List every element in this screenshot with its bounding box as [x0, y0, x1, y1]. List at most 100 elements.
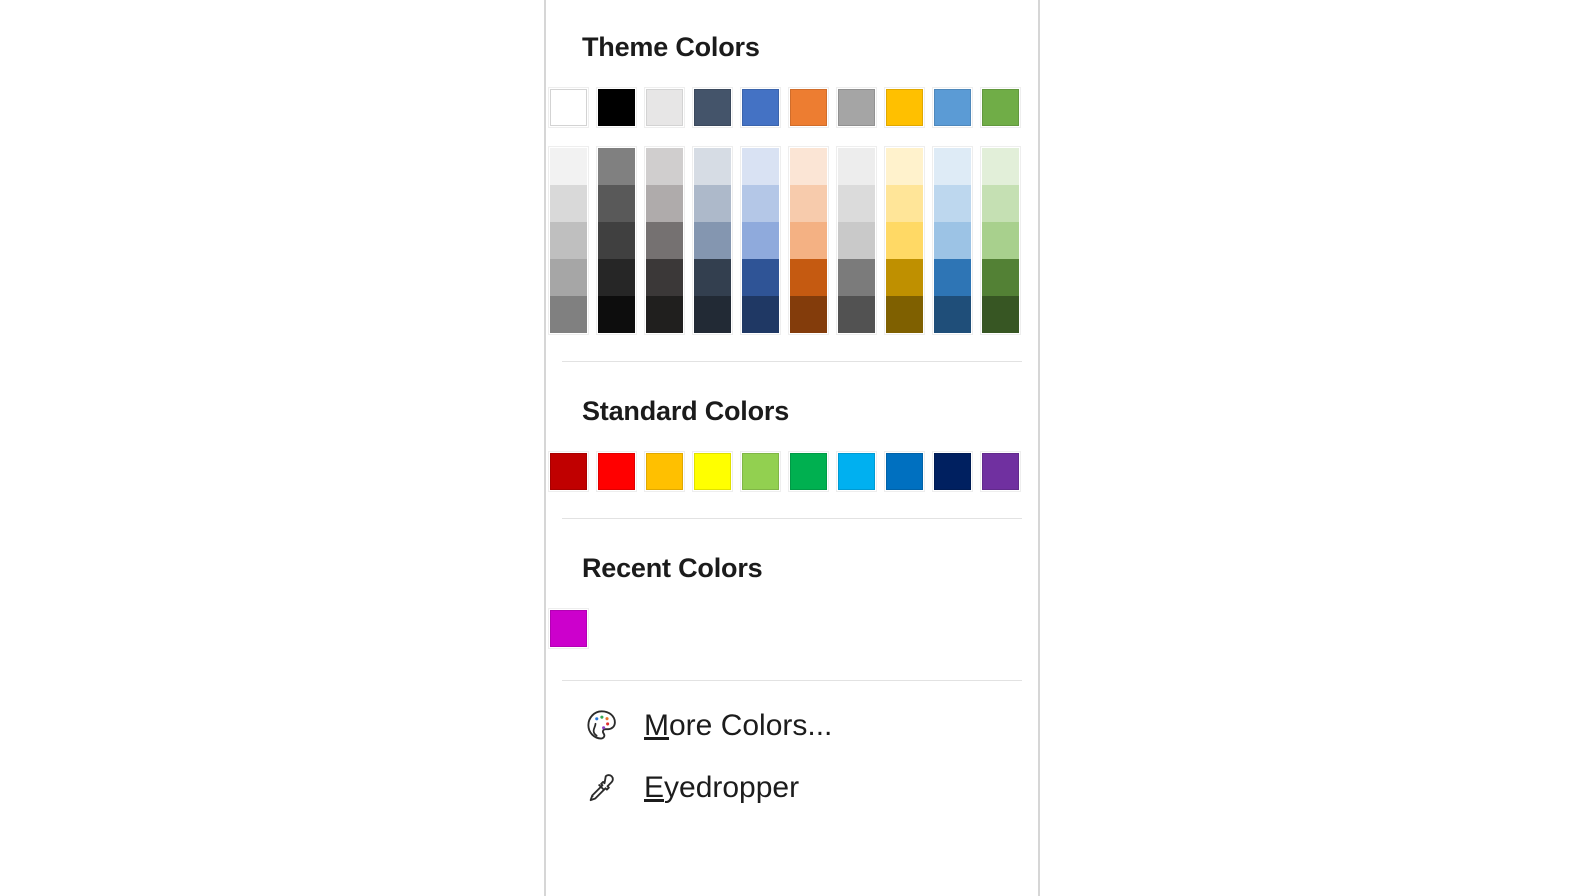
- theme-variant-column-9: [980, 146, 1021, 335]
- theme-variant-swatch-1-3[interactable]: [598, 259, 635, 296]
- theme-variant-swatch-6-2[interactable]: [838, 222, 875, 259]
- theme-variant-swatch-5-0[interactable]: [790, 148, 827, 185]
- eyedropper-label: Eyedropper: [644, 771, 799, 805]
- palette-icon: [580, 705, 622, 747]
- theme-variant-swatch-5-2[interactable]: [790, 222, 827, 259]
- theme-variant-swatch-9-3[interactable]: [982, 259, 1019, 296]
- standard-swatch-7[interactable]: [884, 451, 925, 492]
- theme-variant-swatch-4-3[interactable]: [742, 259, 779, 296]
- standard-colors-heading: Standard Colors: [582, 396, 790, 426]
- theme-swatch-0[interactable]: [548, 87, 589, 128]
- theme-variant-swatch-2-2[interactable]: [646, 222, 683, 259]
- theme-variant-grid: [546, 146, 1038, 335]
- theme-variant-column-8: [932, 146, 973, 335]
- theme-swatch-2[interactable]: [644, 87, 685, 128]
- color-menu-section: More Colors... Eyedropper: [546, 681, 1038, 819]
- theme-variant-swatch-6-1[interactable]: [838, 185, 875, 222]
- theme-variant-swatch-6-4[interactable]: [838, 296, 875, 333]
- theme-variant-swatch-1-4[interactable]: [598, 296, 635, 333]
- theme-variant-swatch-0-2[interactable]: [550, 222, 587, 259]
- theme-variant-swatch-6-0[interactable]: [838, 148, 875, 185]
- theme-swatch-5[interactable]: [788, 87, 829, 128]
- theme-swatch-3[interactable]: [692, 87, 733, 128]
- eyedropper-menu-item[interactable]: Eyedropper: [546, 757, 1038, 819]
- theme-variant-swatch-9-1[interactable]: [982, 185, 1019, 222]
- theme-variant-swatch-0-3[interactable]: [550, 259, 587, 296]
- standard-swatch-3[interactable]: [692, 451, 733, 492]
- theme-variant-swatch-4-1[interactable]: [742, 185, 779, 222]
- theme-colors-heading: Theme Colors: [582, 32, 760, 62]
- theme-colors-section: Theme Colors: [546, 0, 1038, 335]
- theme-swatch-1[interactable]: [596, 87, 637, 128]
- eyedropper-accelerator: E: [644, 771, 665, 804]
- recent-colors-heading: Recent Colors: [582, 553, 763, 583]
- theme-variant-swatch-9-0[interactable]: [982, 148, 1019, 185]
- more-colors-menu-item[interactable]: More Colors...: [546, 695, 1038, 757]
- recent-colors-section: Recent Colors: [546, 553, 1038, 649]
- standard-swatch-1[interactable]: [596, 451, 637, 492]
- eyedropper-label-rest: yedropper: [664, 771, 800, 804]
- theme-variant-swatch-5-1[interactable]: [790, 185, 827, 222]
- theme-swatch-6[interactable]: [836, 87, 877, 128]
- theme-variant-swatch-7-3[interactable]: [886, 259, 923, 296]
- theme-variant-swatch-1-0[interactable]: [598, 148, 635, 185]
- standard-swatch-8[interactable]: [932, 451, 973, 492]
- theme-variant-swatch-1-1[interactable]: [598, 185, 635, 222]
- standard-swatch-0[interactable]: [548, 451, 589, 492]
- theme-swatch-4[interactable]: [740, 87, 781, 128]
- theme-swatch-8[interactable]: [932, 87, 973, 128]
- recent-swatch-0[interactable]: [548, 608, 589, 649]
- theme-variant-swatch-8-2[interactable]: [934, 222, 971, 259]
- theme-variant-swatch-7-2[interactable]: [886, 222, 923, 259]
- theme-variant-swatch-3-1[interactable]: [694, 185, 731, 222]
- standard-swatch-4[interactable]: [740, 451, 781, 492]
- standard-colors-section: Standard Colors: [546, 396, 1038, 492]
- theme-variant-swatch-2-3[interactable]: [646, 259, 683, 296]
- theme-variant-swatch-7-0[interactable]: [886, 148, 923, 185]
- standard-swatch-9[interactable]: [980, 451, 1021, 492]
- standard-swatch-5[interactable]: [788, 451, 829, 492]
- theme-variant-swatch-0-0[interactable]: [550, 148, 587, 185]
- theme-variant-swatch-0-1[interactable]: [550, 185, 587, 222]
- theme-variant-swatch-9-4[interactable]: [982, 296, 1019, 333]
- theme-variant-swatch-2-1[interactable]: [646, 185, 683, 222]
- theme-variant-swatch-3-2[interactable]: [694, 222, 731, 259]
- theme-variant-swatch-8-1[interactable]: [934, 185, 971, 222]
- theme-variant-swatch-3-4[interactable]: [694, 296, 731, 333]
- theme-swatch-7[interactable]: [884, 87, 925, 128]
- standard-swatch-row: [546, 451, 1038, 492]
- theme-variant-swatch-7-1[interactable]: [886, 185, 923, 222]
- theme-variant-column-0: [548, 146, 589, 335]
- theme-variant-column-6: [836, 146, 877, 335]
- theme-variant-swatch-8-0[interactable]: [934, 148, 971, 185]
- more-colors-label-rest: ore Colors...: [669, 709, 833, 742]
- theme-variant-swatch-7-4[interactable]: [886, 296, 923, 333]
- theme-variant-swatch-4-4[interactable]: [742, 296, 779, 333]
- theme-variant-swatch-4-0[interactable]: [742, 148, 779, 185]
- more-colors-accelerator: M: [644, 709, 669, 742]
- theme-variant-swatch-0-4[interactable]: [550, 296, 587, 333]
- theme-variant-swatch-8-3[interactable]: [934, 259, 971, 296]
- theme-variant-swatch-2-0[interactable]: [646, 148, 683, 185]
- theme-variant-swatch-6-3[interactable]: [838, 259, 875, 296]
- theme-variant-swatch-3-3[interactable]: [694, 259, 731, 296]
- theme-variant-swatch-5-3[interactable]: [790, 259, 827, 296]
- theme-variant-swatch-5-4[interactable]: [790, 296, 827, 333]
- theme-variant-swatch-4-2[interactable]: [742, 222, 779, 259]
- theme-variant-column-7: [884, 146, 925, 335]
- theme-variant-column-4: [740, 146, 781, 335]
- theme-variant-swatch-8-4[interactable]: [934, 296, 971, 333]
- eyedropper-icon: [580, 767, 622, 809]
- screen: Theme Colors Standard Colors Recent Colo…: [0, 0, 1587, 896]
- standard-swatch-2[interactable]: [644, 451, 685, 492]
- theme-variant-swatch-1-2[interactable]: [598, 222, 635, 259]
- theme-variant-swatch-3-0[interactable]: [694, 148, 731, 185]
- theme-variant-column-2: [644, 146, 685, 335]
- color-picker-dropdown: Theme Colors Standard Colors Recent Colo…: [544, 0, 1040, 896]
- theme-variant-swatch-2-4[interactable]: [646, 296, 683, 333]
- more-colors-label: More Colors...: [644, 709, 832, 743]
- theme-variant-column-1: [596, 146, 637, 335]
- standard-swatch-6[interactable]: [836, 451, 877, 492]
- theme-variant-swatch-9-2[interactable]: [982, 222, 1019, 259]
- theme-swatch-9[interactable]: [980, 87, 1021, 128]
